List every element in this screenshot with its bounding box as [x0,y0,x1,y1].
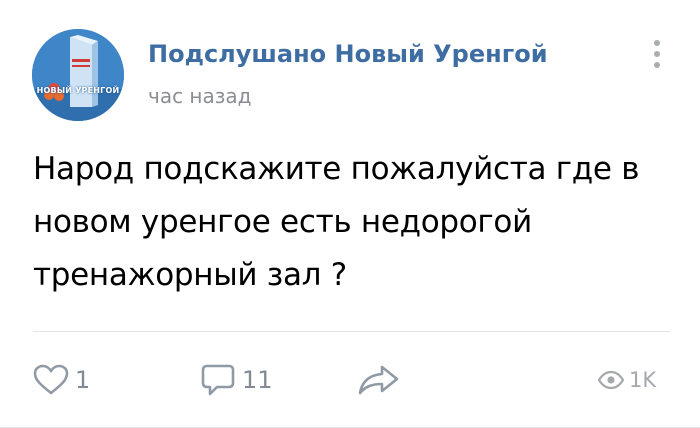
eye-icon [597,370,625,390]
post-card: НОВЫЙ УРЕНГОЙ Подслушано Новый Уренгой ч… [0,0,700,428]
avatar-image [32,29,124,121]
views-count: 1K [629,368,657,392]
author-name[interactable]: Подслушано Новый Уренгой [148,40,548,68]
views-counter: 1K [597,360,656,400]
avatar[interactable]: НОВЫЙ УРЕНГОЙ [32,29,124,121]
avatar-label: НОВЫЙ УРЕНГОЙ [36,86,120,95]
heart-icon [33,364,69,395]
share-button[interactable] [357,360,401,400]
like-count: 1 [75,366,91,394]
comment-button[interactable]: 11 [200,360,273,400]
divider [33,331,670,332]
share-icon [358,365,399,395]
more-vertical-icon[interactable] [645,36,669,76]
post-text: Народ подскажите пожалуйста где в новом … [33,151,640,293]
post-time: час назад [148,84,252,108]
like-button[interactable]: 1 [33,360,90,400]
comment-count: 11 [242,366,273,394]
comment-icon [201,364,235,396]
